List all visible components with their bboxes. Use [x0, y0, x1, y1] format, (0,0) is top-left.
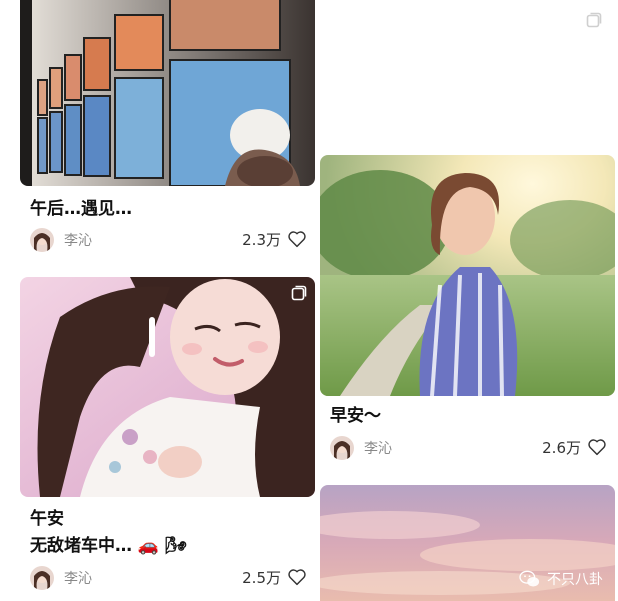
author-name[interactable]: 李沁 — [64, 568, 92, 588]
gallery-wall-photo — [20, 0, 315, 186]
like-count: 2.3万 — [242, 231, 281, 249]
multi-image-icon — [291, 285, 307, 301]
post-caption-line2[interactable]: 无敌堵车中… 🚗 🌬 — [30, 533, 187, 559]
author-avatar[interactable] — [30, 228, 54, 252]
post-photo[interactable] — [20, 277, 315, 497]
heart-icon[interactable] — [587, 438, 607, 456]
heart-icon[interactable] — [287, 568, 307, 586]
post-photo[interactable] — [20, 0, 315, 186]
author-avatar[interactable] — [330, 436, 354, 460]
post-photo[interactable] — [320, 155, 615, 396]
watermark-text: 不只八卦 — [547, 572, 603, 588]
author-name[interactable]: 李沁 — [64, 230, 92, 250]
post-photo[interactable]: 不只八卦 — [320, 485, 615, 601]
post-meta: 李沁 2.3万 — [30, 228, 307, 252]
author-name[interactable]: 李沁 — [364, 438, 392, 458]
author-avatar[interactable] — [30, 566, 54, 590]
park-portrait-photo — [320, 155, 615, 396]
post-caption[interactable]: 午安 — [30, 506, 64, 532]
post-caption[interactable]: 早安～ — [330, 403, 381, 429]
like-count: 2.5万 — [242, 569, 281, 587]
like-count: 2.6万 — [542, 439, 581, 457]
heart-icon[interactable] — [287, 230, 307, 248]
multi-image-icon — [586, 12, 602, 28]
post-meta: 李沁 2.6万 — [330, 436, 607, 460]
post-caption[interactable]: 午后…遇见… — [30, 196, 132, 222]
watermark: 不只八卦 — [519, 569, 603, 589]
wechat-icon — [519, 570, 540, 587]
portrait-photo — [20, 277, 315, 497]
post-meta: 李沁 2.5万 — [30, 566, 307, 590]
